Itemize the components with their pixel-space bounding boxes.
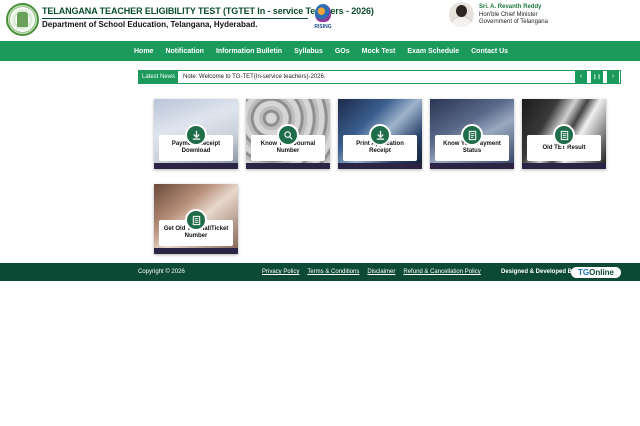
tgonline-logo-online: Online	[589, 268, 614, 277]
latest-news-text[interactable]: Note: Welcome to TG-TET(In-service teach…	[183, 71, 326, 83]
cm-government: Government of Telangana	[479, 19, 548, 25]
cm-role: Hon'ble Chief Minister	[479, 12, 538, 18]
card-know-your-payment-status[interactable]: Know Your Payment Status	[430, 99, 514, 169]
document-icon	[553, 124, 575, 146]
news-prev-button[interactable]: ‹	[575, 71, 587, 83]
nav-syllabus[interactable]: Syllabus	[294, 48, 323, 55]
nav-mock-test[interactable]: Mock Test	[362, 48, 396, 55]
document-icon	[185, 209, 207, 231]
telangana-rising-logo: RISING	[309, 4, 337, 34]
designed-by-text: Designed & Developed By	[501, 269, 576, 275]
chief-minister-photo	[449, 2, 474, 27]
nav-list: Home Notification Information Bulletin S…	[134, 41, 520, 61]
site-subtitle: Department of School Education, Telangan…	[42, 20, 258, 29]
nav-home[interactable]: Home	[134, 48, 153, 55]
tgonline-logo[interactable]: TGOnline	[571, 267, 621, 278]
card-print-application-receipt[interactable]: Print Application Receipt	[338, 99, 422, 169]
nav-notification[interactable]: Notification	[165, 48, 204, 55]
telangana-emblem-logo[interactable]	[6, 3, 39, 36]
cm-name: Sri. A. Revanth Reddy	[479, 4, 542, 10]
site-footer: Copyright © 2026 Privacy Policy Terms & …	[0, 263, 640, 281]
receipt-icon	[461, 124, 483, 146]
download-icon	[185, 124, 207, 146]
copyright-text: Copyright © 2026	[138, 269, 185, 275]
card-know-your-journal-number[interactable]: Know Your Journal Number	[246, 99, 330, 169]
footer-links: Privacy Policy Terms & Conditions Discla…	[262, 263, 489, 281]
latest-news-ticker: Latest News Note: Welcome to TG-TET(In-s…	[138, 70, 621, 84]
nav-contact-us[interactable]: Contact Us	[471, 48, 508, 55]
tgonline-logo-tg: TG	[578, 268, 590, 277]
nav-gos[interactable]: GOs	[335, 48, 350, 55]
rising-logo-text: RISING	[314, 24, 332, 30]
footer-link-privacy-policy[interactable]: Privacy Policy	[262, 269, 299, 275]
footer-link-disclaimer[interactable]: Disclaimer	[367, 269, 395, 275]
news-pause-button[interactable]: ❙❙	[591, 71, 603, 83]
latest-news-label: Latest News	[139, 71, 178, 83]
search-document-icon	[277, 124, 299, 146]
main-navbar: Home Notification Information Bulletin S…	[0, 41, 640, 61]
card-get-old-tet-hallticket-number[interactable]: Get Old TET HallTicket Number	[154, 184, 238, 254]
footer-link-terms[interactable]: Terms & Conditions	[307, 269, 359, 275]
footer-link-refund-policy[interactable]: Refund & Cancellation Policy	[403, 269, 480, 275]
card-old-tet-result[interactable]: Old TET Result	[522, 99, 606, 169]
card-payment-receipt-download[interactable]: Payment Receipt Download	[154, 99, 238, 169]
title-underline	[42, 18, 308, 19]
site-header: TELANGANA TEACHER ELIGIBILITY TEST (TGTE…	[0, 0, 640, 41]
news-next-button[interactable]: ›	[607, 71, 619, 83]
download-icon	[369, 124, 391, 146]
nav-information-bulletin[interactable]: Information Bulletin	[216, 48, 282, 55]
nav-exam-schedule[interactable]: Exam Schedule	[407, 48, 459, 55]
